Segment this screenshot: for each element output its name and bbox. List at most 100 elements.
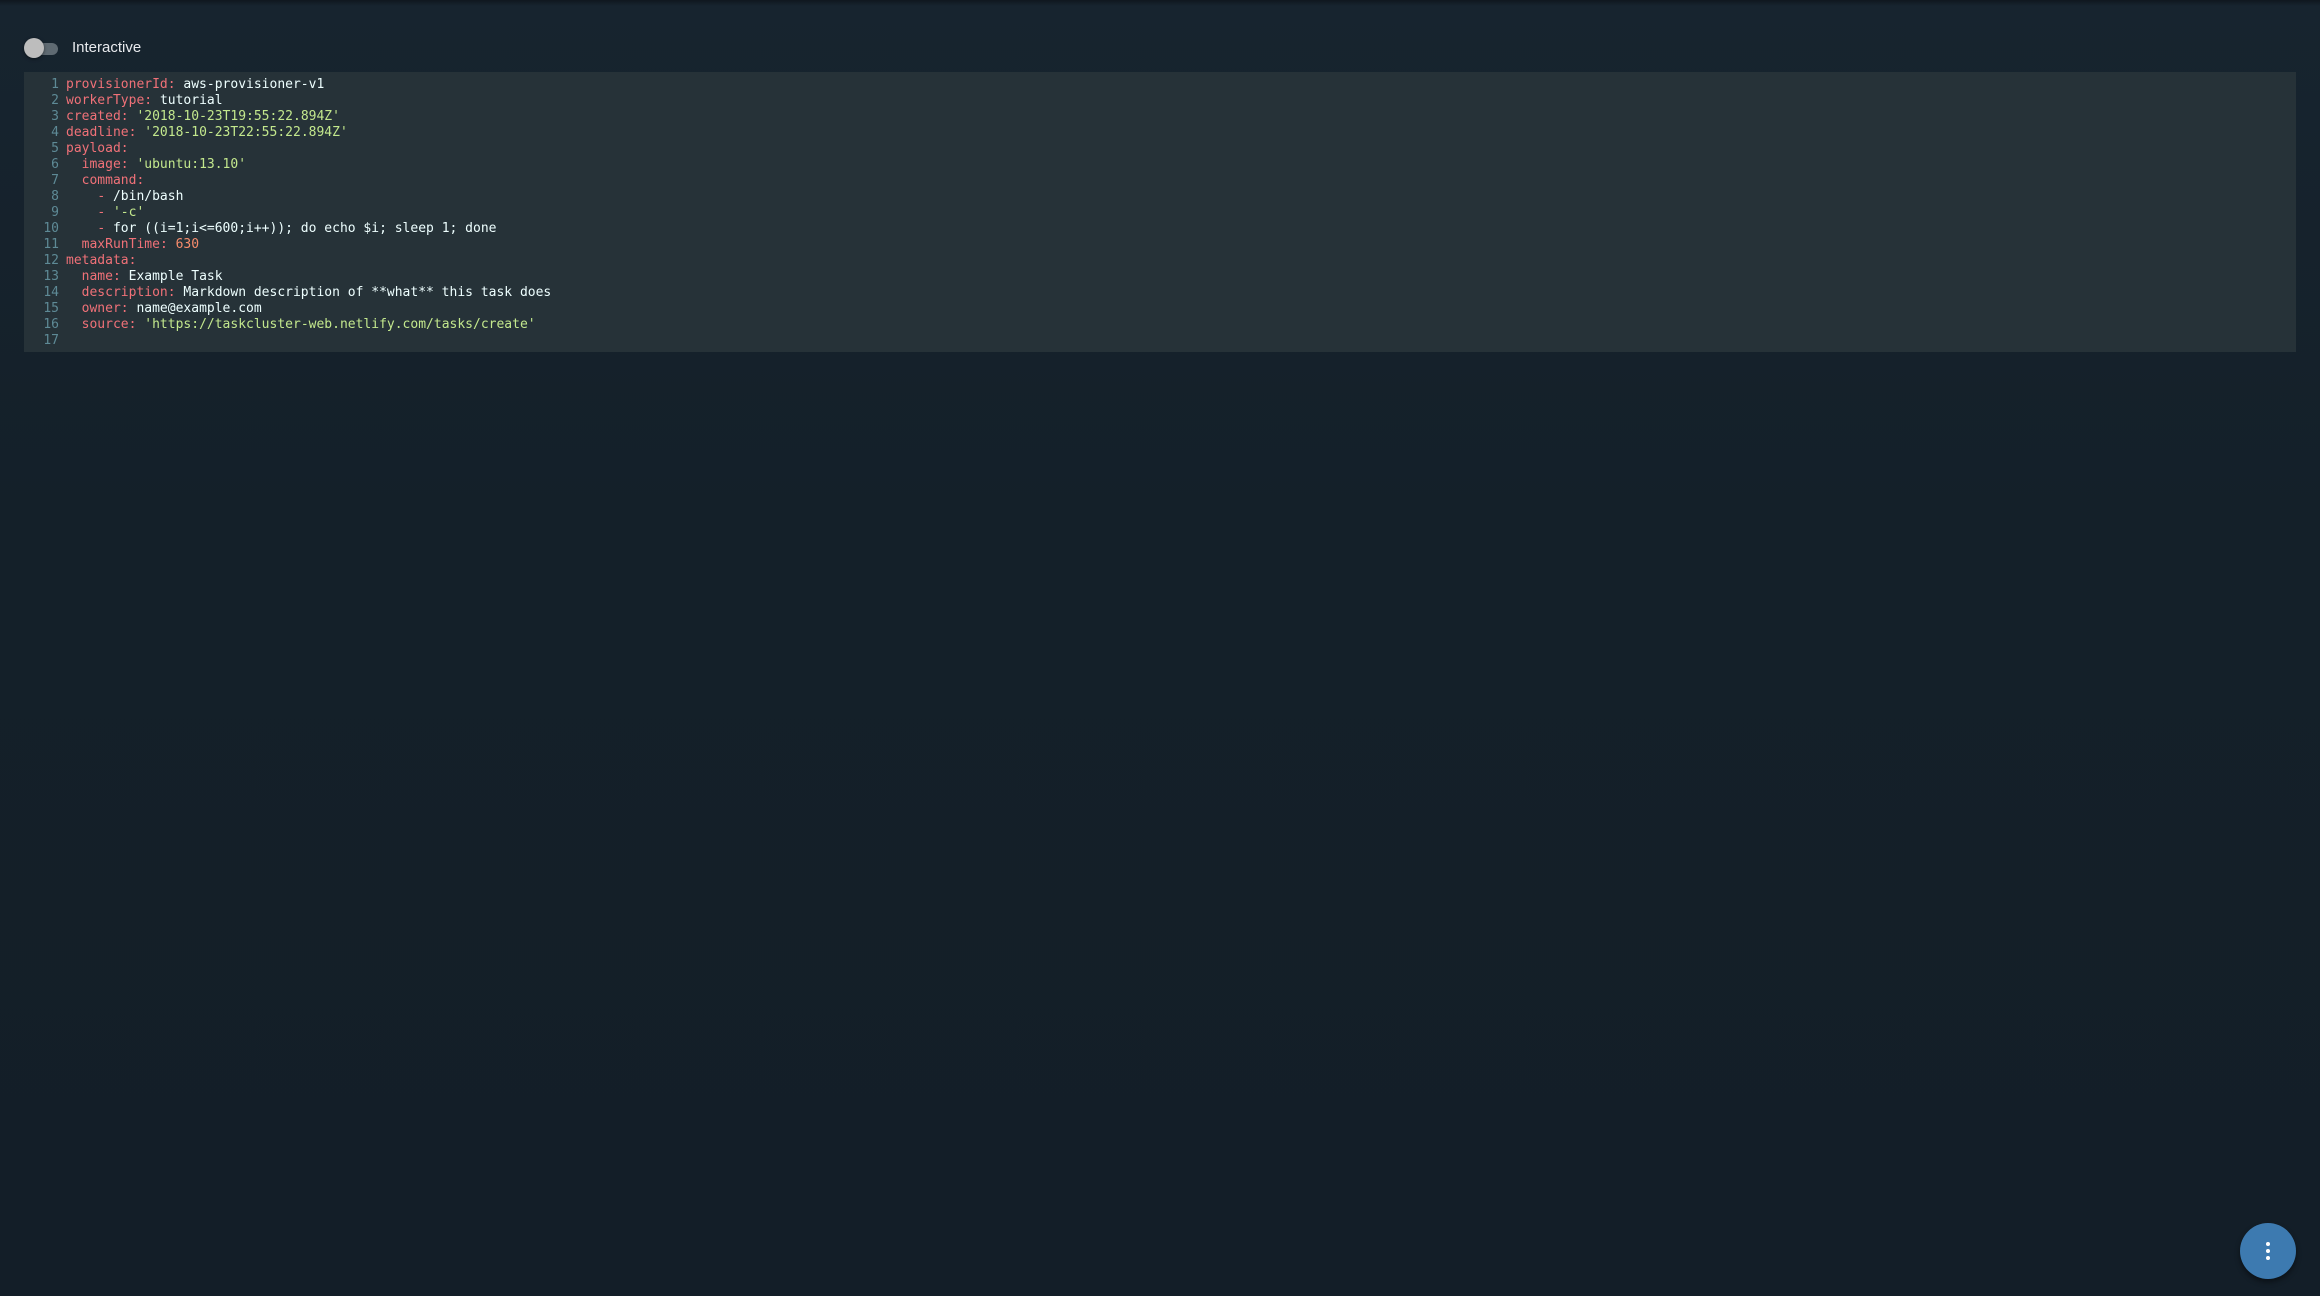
yaml-colon: : — [128, 253, 137, 268]
app-bar-shadow — [0, 0, 2320, 6]
yaml-colon: : — [128, 125, 137, 140]
yaml-key: image — [81, 157, 121, 172]
list-dash: - — [97, 205, 106, 220]
yaml-value: '2018-10-23T22:55:22.894Z' — [144, 125, 348, 140]
yaml-key: deadline — [66, 125, 129, 140]
code-text: name: Example Task — [66, 269, 223, 285]
toggle-thumb — [24, 38, 44, 58]
code-text: source: 'https://taskcluster-web.netlify… — [66, 317, 536, 333]
yaml-value: tutorial — [159, 93, 223, 108]
yaml-colon: : — [120, 141, 129, 156]
yaml-key: metadata — [66, 253, 129, 268]
line-number: 13 — [43, 269, 59, 284]
code-line[interactable]: 6 image: 'ubuntu:13.10' — [24, 157, 2296, 173]
yaml-key: maxRunTime — [81, 237, 160, 252]
code-text: image: 'ubuntu:13.10' — [66, 157, 246, 173]
yaml-value: 'https://taskcluster-web.netlify.com/tas… — [144, 317, 536, 332]
yaml-value: 630 — [175, 237, 200, 252]
speed-dial-button[interactable] — [2240, 1223, 2296, 1279]
code-line[interactable]: 17 — [24, 333, 2296, 349]
line-number: 12 — [43, 253, 59, 268]
code-text: workerType: tutorial — [66, 93, 223, 109]
yaml-value: Markdown description of **what** this ta… — [183, 285, 552, 300]
line-number: 14 — [43, 285, 59, 300]
code-line[interactable]: 9 - '-c' — [24, 205, 2296, 221]
code-text: metadata: — [66, 253, 136, 269]
code-line[interactable]: 12 metadata: — [24, 253, 2296, 269]
yaml-value: '2018-10-23T19:55:22.894Z' — [136, 109, 340, 124]
code-line[interactable]: 7 command: — [24, 173, 2296, 189]
code-line[interactable]: 3 created: '2018-10-23T19:55:22.894Z' — [24, 109, 2296, 125]
code-line[interactable]: 15 owner: name@example.com — [24, 301, 2296, 317]
yaml-value: aws-provisioner-v1 — [183, 77, 325, 92]
list-dash: - — [97, 221, 106, 236]
interactive-toggle[interactable] — [24, 38, 58, 58]
line-number: 6 — [51, 157, 59, 172]
yaml-colon: : — [128, 317, 137, 332]
line-number: 5 — [51, 141, 59, 156]
yaml-key: payload — [66, 141, 121, 156]
yaml-key: workerType — [66, 93, 145, 108]
line-number: 11 — [43, 237, 59, 252]
yaml-colon: : — [120, 157, 129, 172]
code-text: - /bin/bash — [66, 189, 183, 205]
page: Interactive 1 provisionerId: aws-provisio… — [0, 0, 2320, 1296]
yaml-key: created — [66, 109, 121, 124]
interactive-label: Interactive — [72, 39, 142, 56]
code-line[interactable]: 13 name: Example Task — [24, 269, 2296, 285]
code-text: - for ((i=1;i<=600;i++)); do echo $i; sl… — [66, 221, 496, 237]
yaml-colon: : — [159, 237, 168, 252]
line-number: 4 — [51, 125, 59, 140]
yaml-colon: : — [120, 109, 129, 124]
yaml-key: name — [81, 269, 113, 284]
yaml-key: owner — [81, 301, 121, 316]
yaml-key: description — [81, 285, 168, 300]
yaml-value: 'ubuntu:13.10' — [136, 157, 247, 172]
code-line[interactable]: 2 workerType: tutorial — [24, 93, 2296, 109]
line-number: 1 — [51, 77, 59, 92]
code-line[interactable]: 8 - /bin/bash — [24, 189, 2296, 205]
yaml-key: command — [81, 173, 137, 188]
list-item-value: for ((i=1;i<=600;i++)); do echo $i; slee… — [112, 221, 497, 236]
yaml-colon: : — [167, 77, 176, 92]
code-text: description: Markdown description of **w… — [66, 285, 552, 301]
code-line[interactable]: 14 description: Markdown description of … — [24, 285, 2296, 301]
line-number: 17 — [43, 333, 59, 348]
line-number: 10 — [43, 221, 59, 236]
line-number: 15 — [43, 301, 59, 316]
code-line[interactable]: 11 maxRunTime: 630 — [24, 237, 2296, 253]
toolbar: Interactive — [24, 34, 141, 62]
yaml-colon: : — [136, 173, 145, 188]
list-dash: - — [97, 189, 106, 204]
code-text: created: '2018-10-23T19:55:22.894Z' — [66, 109, 340, 125]
code-text: provisionerId: aws-provisioner-v1 — [66, 77, 324, 93]
yaml-key: source — [81, 317, 129, 332]
yaml-colon: : — [112, 269, 121, 284]
code-line[interactable]: 10 - for ((i=1;i<=600;i++)); do echo $i;… — [24, 221, 2296, 237]
more-vertical-icon — [2266, 1242, 2270, 1260]
code-line[interactable]: 4 deadline: '2018-10-23T22:55:22.894Z' — [24, 125, 2296, 141]
line-number: 7 — [51, 173, 59, 188]
line-number: 3 — [51, 109, 59, 124]
yaml-colon: : — [120, 301, 129, 316]
code-text: - '-c' — [66, 205, 144, 221]
line-number: 2 — [51, 93, 59, 108]
list-item-value: '-c' — [112, 205, 145, 220]
yaml-value: Example Task — [128, 269, 223, 284]
code-text: deadline: '2018-10-23T22:55:22.894Z' — [66, 125, 348, 141]
yaml-value: name@example.com — [136, 301, 262, 316]
code-line[interactable]: 5 payload: — [24, 141, 2296, 157]
code-editor[interactable]: 1 provisionerId: aws-provisioner-v1 2 worke… — [24, 72, 2296, 352]
code-line[interactable]: 1 provisionerId: aws-provisioner-v1 — [24, 77, 2296, 93]
code-line[interactable]: 16 source: 'https://taskcluster-web.netl… — [24, 317, 2296, 333]
